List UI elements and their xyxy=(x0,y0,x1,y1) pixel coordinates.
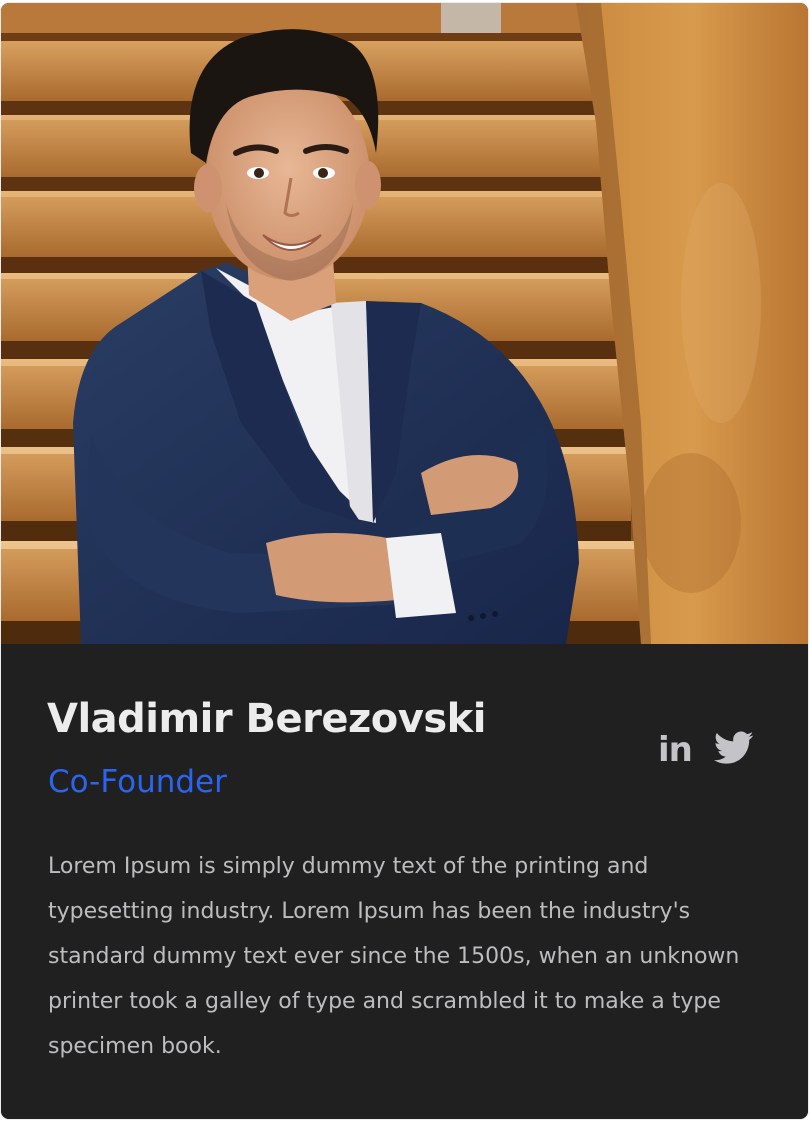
linkedin-link[interactable]: in xyxy=(658,730,693,770)
member-role: Co-Founder xyxy=(48,764,227,800)
member-bio: Lorem Ipsum is simply dummy text of the … xyxy=(48,854,740,1059)
social-links: in xyxy=(658,730,754,770)
linkedin-icon: in xyxy=(658,730,693,770)
member-name: Vladimir Berezovski xyxy=(47,696,486,742)
twitter-link[interactable] xyxy=(713,731,754,769)
twitter-icon xyxy=(713,731,754,764)
profile-photo xyxy=(1,3,808,644)
team-member-card: Vladimir Berezovski Co-Founder in Lorem … xyxy=(1,3,808,1119)
profile-info: Vladimir Berezovski Co-Founder in Lorem … xyxy=(1,644,808,1119)
